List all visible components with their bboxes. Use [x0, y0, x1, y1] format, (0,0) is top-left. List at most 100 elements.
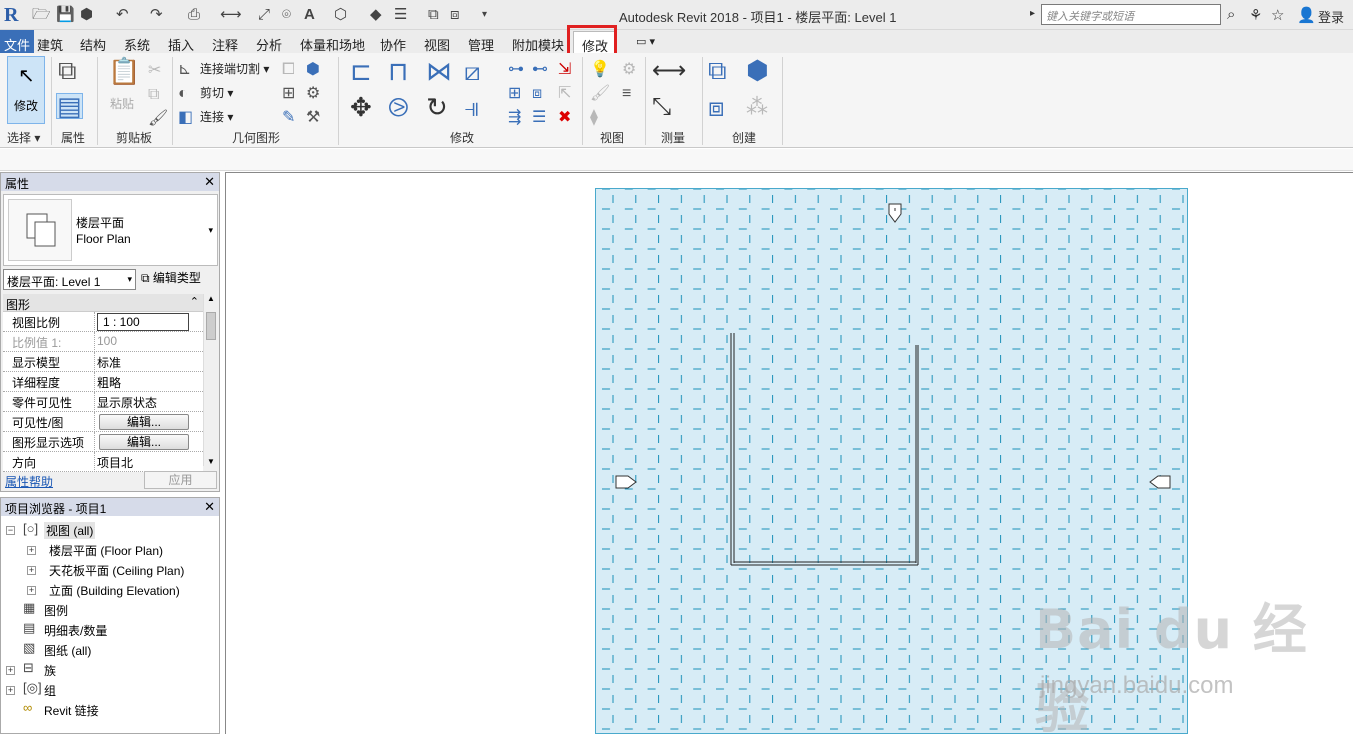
scale-icon[interactable]: ⧈: [532, 82, 542, 106]
tree-item-ceiling-plan[interactable]: 天花板平面 (Ceiling Plan): [49, 562, 184, 579]
prop-row[interactable]: 方向 项目北: [3, 452, 203, 472]
section-icon[interactable]: ◆: [370, 6, 382, 24]
prop-row[interactable]: 视图比例 1 : 100: [3, 312, 203, 332]
tab-insert[interactable]: 插入: [168, 35, 194, 54]
tab-file[interactable]: 文件: [0, 30, 35, 53]
prop-row[interactable]: 零件可见性 显示原状态: [3, 392, 203, 412]
tree-item-floor-plan[interactable]: 楼层平面 (Floor Plan): [49, 542, 163, 559]
search-expand-icon[interactable]: ▸: [1030, 8, 1035, 19]
save-icon[interactable]: 💾: [56, 6, 75, 24]
close-icon[interactable]: ✕: [204, 499, 215, 515]
match-properties-icon[interactable]: 🖌: [148, 107, 168, 131]
tab-massing-site[interactable]: 体量和场地: [300, 35, 365, 54]
tree-item-schedules[interactable]: 明细表/数量: [44, 622, 107, 639]
vg-edit-button[interactable]: 编辑...: [99, 414, 189, 430]
hammer-icon[interactable]: ⚒: [306, 106, 320, 130]
3d-view-icon[interactable]: ⬡: [334, 6, 347, 24]
user-icon[interactable]: 👤: [1297, 6, 1316, 24]
prop-row[interactable]: 显示模型 标准: [3, 352, 203, 372]
login-link[interactable]: 登录: [1318, 7, 1344, 26]
tab-manage[interactable]: 管理: [468, 35, 494, 54]
close-hidden-icon[interactable]: ⧉: [428, 6, 439, 24]
tab-architecture[interactable]: 建筑: [37, 35, 63, 54]
edit-profile-icon[interactable]: ✎: [282, 106, 295, 130]
tree-item-elevation[interactable]: 立面 (Building Elevation): [49, 582, 180, 599]
cut-button[interactable]: 剪切 ▾: [200, 84, 233, 101]
tab-view[interactable]: 视图: [424, 35, 450, 54]
graphic-display-edit-button[interactable]: 编辑...: [99, 434, 189, 450]
text-icon[interactable]: A: [304, 6, 315, 24]
view-scale-input[interactable]: 1 : 100: [97, 313, 189, 331]
cut-icon[interactable]: ◐: [178, 82, 188, 106]
properties-icon[interactable]: ⧉: [58, 57, 77, 83]
apply-button[interactable]: 应用: [144, 471, 217, 489]
chevron-down-icon[interactable]: ▾: [127, 274, 132, 285]
create-group-icon[interactable]: ⧈: [708, 94, 725, 120]
instance-selector[interactable]: 楼层平面: Level 1 ▾: [3, 269, 136, 290]
tab-structure[interactable]: 结构: [80, 35, 106, 54]
binoculars-icon[interactable]: ⌕: [1227, 6, 1235, 23]
delete-icon[interactable]: ✖: [558, 106, 571, 130]
create-assembly-icon[interactable]: ⧉: [708, 57, 727, 83]
tree-item-sheets[interactable]: 图纸 (all): [44, 642, 91, 659]
offset-icon[interactable]: ⊓: [388, 58, 408, 84]
customize-qat-icon[interactable]: ▾: [482, 6, 487, 24]
star-icon[interactable]: ☆: [1271, 6, 1284, 24]
trim-multiple-icon[interactable]: ☰: [532, 106, 546, 130]
tree-item-views[interactable]: 视图 (all): [44, 522, 96, 539]
type-properties-icon[interactable]: ▤: [56, 93, 83, 119]
demolish-icon[interactable]: ⚙: [306, 82, 320, 106]
tree-item-legends[interactable]: 图例: [44, 602, 68, 619]
expand-icon[interactable]: +: [6, 666, 15, 675]
trim-single-icon[interactable]: ⇶: [508, 106, 521, 130]
align-icon[interactable]: ⊏: [350, 58, 372, 84]
open-icon[interactable]: 🗁: [32, 6, 51, 24]
measure-icon[interactable]: ⟷: [220, 6, 242, 24]
expand-icon[interactable]: +: [27, 546, 36, 555]
tab-systems[interactable]: 系统: [124, 35, 150, 54]
measure-distance-icon[interactable]: ⟷: [652, 59, 686, 83]
array-icon[interactable]: ⊞: [508, 82, 521, 106]
collapse-icon[interactable]: −: [6, 526, 15, 535]
thin-lines-icon[interactable]: ☰: [394, 6, 407, 24]
group-graphics[interactable]: 图形 ⌃: [3, 294, 203, 312]
wall-joins-icon[interactable]: ⊞: [282, 82, 295, 106]
prop-row[interactable]: 详细程度 粗略: [3, 372, 203, 392]
ribbon-minimize-icon[interactable]: ▭ ▾: [636, 35, 655, 48]
expand-icon[interactable]: +: [27, 566, 36, 575]
search-input[interactable]: 键入关键字或短语: [1041, 4, 1221, 25]
switch-windows-icon[interactable]: ⧈: [450, 6, 460, 24]
tree-item-families[interactable]: 族: [44, 662, 56, 679]
paint-icon[interactable]: ⬢: [306, 58, 320, 82]
properties-help-link[interactable]: 属性帮助: [5, 473, 53, 490]
print-icon[interactable]: ⎙: [188, 6, 200, 24]
panel-select-label[interactable]: 选择 ▾: [7, 129, 40, 146]
type-selector[interactable]: 楼层平面 Floor Plan ▾: [3, 194, 218, 266]
tab-annotate[interactable]: 注释: [212, 35, 238, 54]
chevron-down-icon[interactable]: ▾: [208, 225, 213, 236]
close-icon[interactable]: ✕: [204, 174, 215, 190]
split-gap-icon[interactable]: ⊷: [532, 58, 548, 82]
edit-type-button[interactable]: ⧉ 编辑类型: [141, 269, 201, 286]
properties-scrollbar[interactable]: ▲ ▼: [203, 294, 217, 466]
tree-item-revit-links[interactable]: Revit 链接: [44, 702, 99, 719]
join-button[interactable]: 连接 ▾: [200, 108, 233, 125]
cut-geometry-button[interactable]: 连接端切割 ▾: [200, 60, 269, 77]
sync-icon[interactable]: ⬢: [80, 6, 93, 24]
dimension-icon[interactable]: ⤡: [652, 95, 671, 119]
split-element-icon[interactable]: ⊶: [508, 58, 524, 82]
tag-icon[interactable]: ⌾: [282, 6, 291, 24]
collapse-icon[interactable]: ⌃: [190, 295, 199, 308]
tab-analyze[interactable]: 分析: [256, 35, 282, 54]
move-icon[interactable]: ✥: [350, 94, 372, 120]
join-icon[interactable]: ◧: [178, 106, 193, 130]
rotate-icon[interactable]: ↻: [426, 94, 448, 120]
modify-button[interactable]: ↖ 修改: [7, 56, 45, 124]
mirror-draw-icon[interactable]: ⧄: [464, 58, 481, 84]
subscription-icon[interactable]: ⚘: [1249, 6, 1262, 24]
unpin-icon[interactable]: ⇲: [558, 58, 571, 82]
aligned-dimension-icon[interactable]: ⤢: [258, 6, 270, 24]
revit-logo-icon[interactable]: R: [4, 4, 18, 27]
expand-icon[interactable]: +: [27, 586, 36, 595]
trim-extend-icon[interactable]: ⫣: [464, 94, 480, 120]
